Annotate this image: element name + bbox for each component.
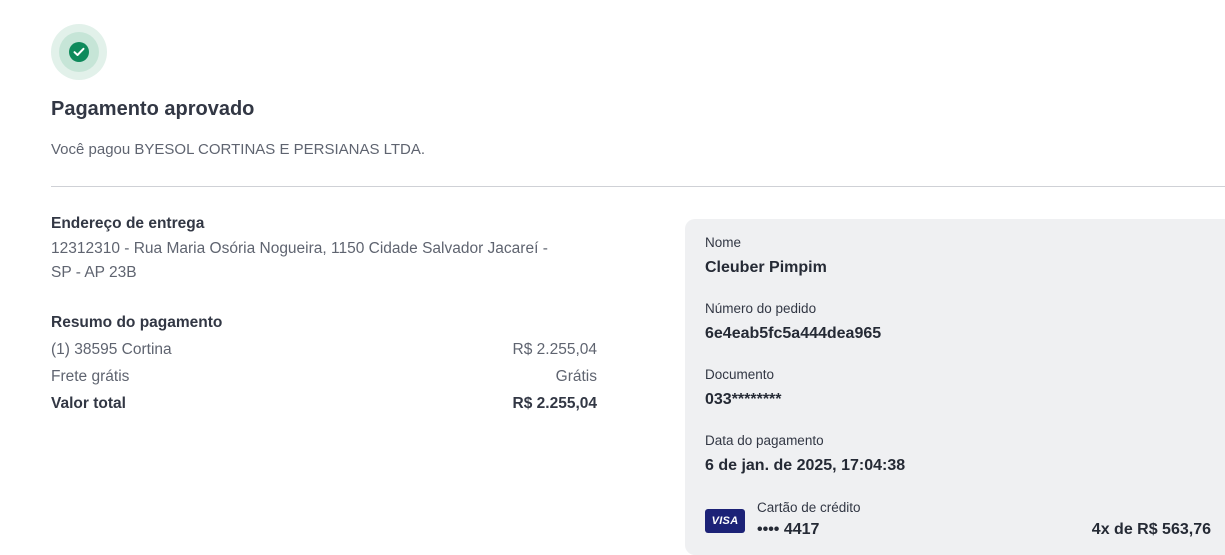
payment-subtitle: Você pagou BYESOL CORTINAS E PERSIANAS L… [51, 141, 426, 158]
summary-item-label: (1) 38595 Cortina [51, 341, 172, 358]
divider [51, 186, 1225, 187]
summary-row: Frete grátis Grátis [51, 368, 597, 386]
document-value: 033******** [705, 391, 782, 408]
summary-total-row: Valor total R$ 2.255,04 [51, 395, 597, 413]
summary-item-label: Frete grátis [51, 368, 130, 385]
name-label: Nome [705, 235, 742, 250]
order-number-label: Número do pedido [705, 301, 817, 316]
payment-details-card: Nome Cleuber Pimpim Número do pedido 6e4… [685, 219, 1225, 555]
page-title: Pagamento aprovado [51, 98, 255, 120]
shipping-address: 12312310 - Rua Maria Osória Nogueira, 11… [51, 237, 611, 285]
shipping-title: Endereço de entrega [51, 215, 205, 232]
payment-approved-icon [51, 24, 107, 80]
order-number-value: 6e4eab5fc5a444dea965 [705, 325, 882, 342]
total-label: Valor total [51, 395, 126, 412]
address-line-1: 12312310 - Rua Maria Osória Nogueira, 11… [51, 240, 548, 257]
visa-card-icon: VISA [705, 509, 745, 533]
name-value: Cleuber Pimpim [705, 259, 827, 276]
check-circle-icon [69, 42, 89, 62]
total-value: R$ 2.255,04 [512, 395, 597, 412]
summary-row: (1) 38595 Cortina R$ 2.255,04 [51, 341, 597, 359]
payment-date-label: Data do pagamento [705, 433, 824, 448]
card-last-digits: •••• 4417 [757, 521, 820, 538]
document-label: Documento [705, 367, 775, 382]
address-line-2: SP - AP 23B [51, 264, 137, 281]
installments-value: 4x de R$ 563,76 [1091, 521, 1211, 538]
summary-item-value: Grátis [555, 368, 597, 385]
payment-method-label: Cartão de crédito [757, 500, 861, 515]
summary-title: Resumo do pagamento [51, 314, 223, 331]
summary-item-value: R$ 2.255,04 [512, 341, 597, 358]
icon-ring [59, 32, 99, 72]
check-icon [73, 47, 85, 56]
payment-date-value: 6 de jan. de 2025, 17:04:38 [705, 457, 906, 474]
